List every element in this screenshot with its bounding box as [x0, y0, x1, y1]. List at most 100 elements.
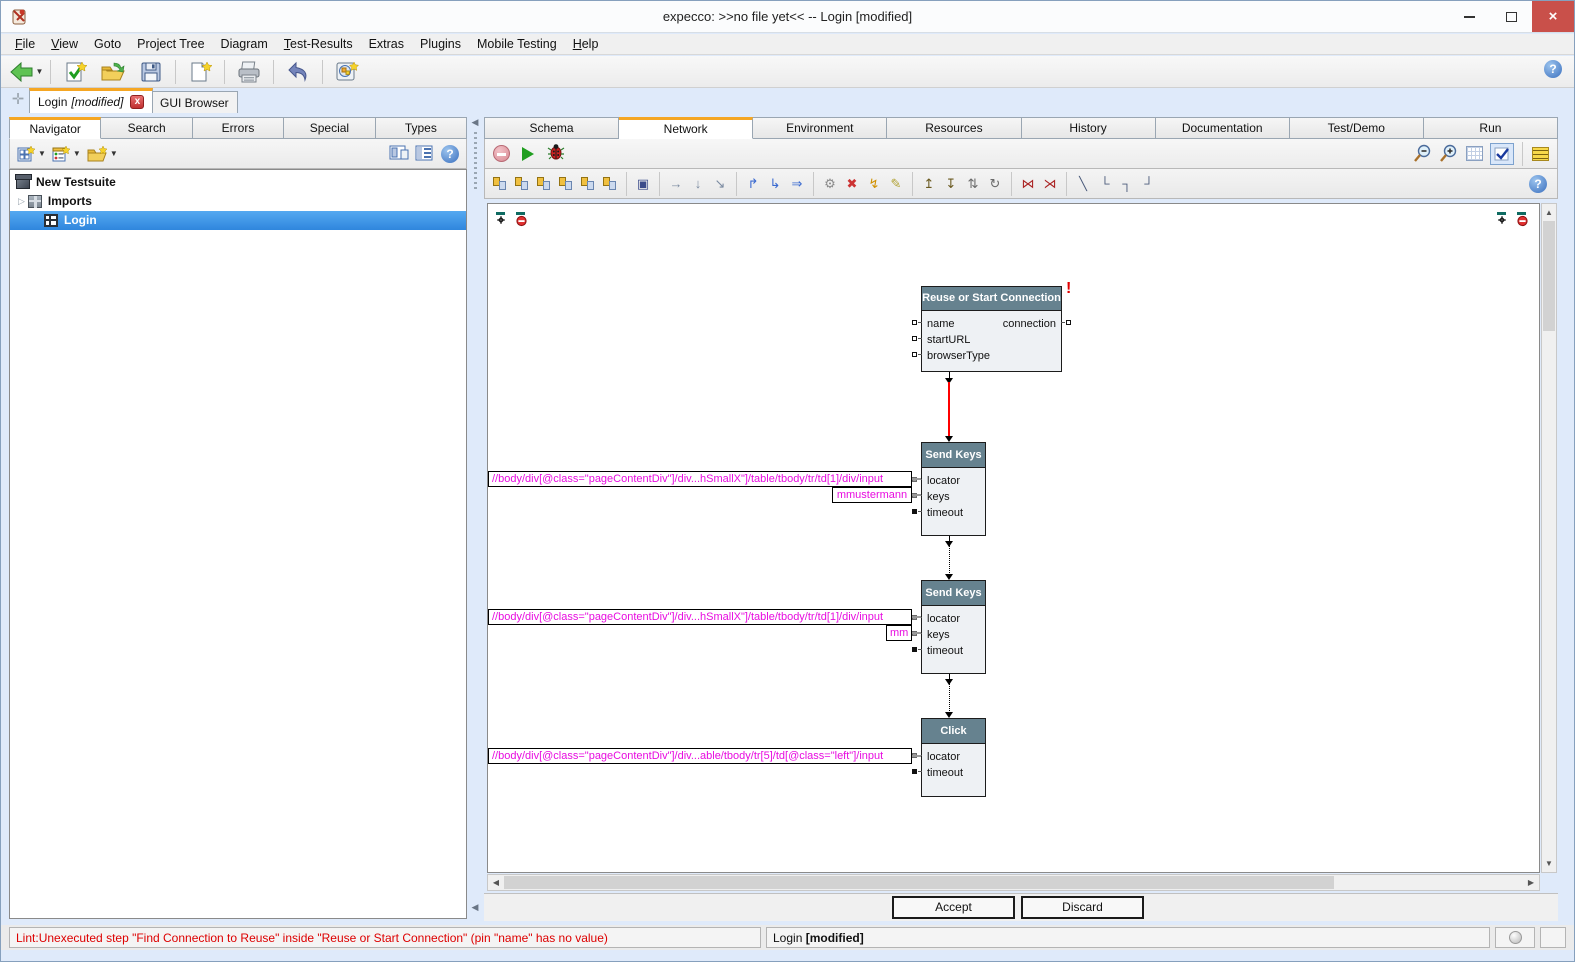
pin-sort-icon[interactable]: ⇅: [962, 174, 984, 194]
maximize-button[interactable]: [1490, 1, 1532, 32]
split-connection-icon[interactable]: ⋊: [1039, 174, 1061, 194]
menu-plugins[interactable]: Plugins: [412, 35, 469, 53]
undo-button[interactable]: [279, 58, 317, 86]
locator-value-label[interactable]: //body/div[@class="pageContentDiv"]/div.…: [488, 609, 912, 625]
tab-history[interactable]: History: [1022, 117, 1156, 139]
connection-line-dotted[interactable]: [949, 683, 950, 713]
run-icon[interactable]: [522, 147, 534, 161]
snap-to-grid-icon[interactable]: [1490, 143, 1514, 165]
scroll-right-icon[interactable]: ▶: [1524, 875, 1538, 890]
scroll-up-icon[interactable]: ▲: [1542, 205, 1556, 220]
navigate-back-button[interactable]: ▼: [7, 58, 45, 86]
scrollbar-thumb[interactable]: [1543, 221, 1555, 331]
tab-special[interactable]: Special: [284, 117, 375, 139]
toggle-tree-layout-button[interactable]: [415, 145, 435, 162]
tab-schema[interactable]: Schema: [484, 117, 619, 139]
move-anchor-icon[interactable]: [1496, 211, 1509, 227]
annotations-icon[interactable]: [1532, 147, 1549, 161]
connection-line-dotted[interactable]: [949, 545, 950, 575]
menu-file[interactable]: File: [7, 35, 43, 53]
insert-frame-icon[interactable]: ▣: [632, 174, 654, 194]
connection-line-red[interactable]: [948, 382, 950, 436]
menu-test-results[interactable]: Test-Results: [276, 35, 361, 53]
menu-project-tree[interactable]: Project Tree: [129, 35, 212, 53]
merge-connection-icon[interactable]: ⋈: [1017, 174, 1039, 194]
help-icon[interactable]: ?: [1529, 175, 1547, 193]
tree-item-imports[interactable]: ▷Imports: [10, 192, 466, 211]
debug-icon[interactable]: [547, 143, 565, 164]
tab-environment[interactable]: Environment: [753, 117, 887, 139]
locator-value-label[interactable]: //body/div[@class="pageContentDiv"]/div.…: [488, 471, 912, 487]
menu-help[interactable]: Help: [565, 35, 607, 53]
open-file-button[interactable]: [94, 58, 132, 86]
collapse-left-icon[interactable]: ◀: [467, 902, 483, 913]
menu-extras[interactable]: Extras: [361, 35, 412, 53]
grid-icon[interactable]: [1466, 146, 1483, 161]
panel-splitter[interactable]: ◀ ◀: [467, 117, 483, 919]
print-button[interactable]: [230, 58, 268, 86]
zoom-in-icon[interactable]: [1439, 144, 1459, 163]
expander-icon[interactable]: ▷: [18, 192, 25, 211]
step-block-reuse-or-start-connection[interactable]: Reuse or Start Connection nameconnection…: [921, 286, 1062, 372]
align-center-v-icon[interactable]: [599, 174, 621, 194]
delete-step-icon[interactable]: ✖: [841, 174, 863, 194]
pin-move-down-icon[interactable]: ↧: [940, 174, 962, 194]
new-output-pin-icon[interactable]: ↳: [764, 174, 786, 194]
scroll-left-icon[interactable]: ◀: [489, 875, 503, 890]
zoom-out-icon[interactable]: [1413, 144, 1433, 163]
toggle-breakpoint-icon[interactable]: ↯: [863, 174, 885, 194]
keys-value-label[interactable]: mmustermann: [832, 487, 912, 503]
input-pin[interactable]: [912, 647, 917, 652]
toggle-logging-icon[interactable]: ✎: [885, 174, 907, 194]
tab-login[interactable]: Login[modified] x: [29, 88, 153, 113]
step-block-send-keys-1[interactable]: Send Keys locator keys timeout: [921, 442, 986, 536]
align-left-icon[interactable]: [489, 174, 511, 194]
tab-documentation[interactable]: Documentation: [1156, 117, 1290, 139]
step-settings-icon[interactable]: ⚙: [819, 174, 841, 194]
close-tab-icon[interactable]: x: [130, 95, 144, 109]
tree-item-new-testsuite[interactable]: New Testsuite: [10, 173, 466, 192]
new-item-menu-button[interactable]: ▼: [52, 145, 81, 163]
tab-errors[interactable]: Errors: [193, 117, 284, 139]
add-tab-icon[interactable]: ✛: [11, 93, 25, 107]
dropdown-icon[interactable]: ▼: [38, 149, 46, 158]
tab-types[interactable]: Types: [376, 117, 467, 139]
align-top-icon[interactable]: [533, 174, 555, 194]
tree-item-login[interactable]: Login: [10, 211, 466, 230]
tab-navigator[interactable]: Navigator: [9, 117, 101, 139]
pin-move-up-icon[interactable]: ↥: [918, 174, 940, 194]
keys-value-label[interactable]: mm: [886, 625, 912, 641]
tab-run[interactable]: Run: [1424, 117, 1558, 139]
passthrough-pin-icon[interactable]: ⇒: [786, 174, 808, 194]
route-diagonal-icon[interactable]: ╲: [1072, 174, 1094, 194]
move-anchor-icon[interactable]: [495, 211, 508, 227]
pin-rotate-icon[interactable]: ↻: [984, 174, 1006, 194]
input-pin[interactable]: [912, 320, 917, 325]
add-step-after-icon[interactable]: ↓: [687, 174, 709, 194]
toggle-detail-pane-button[interactable]: [389, 145, 409, 162]
menu-view[interactable]: View: [43, 35, 86, 53]
help-button[interactable]: ?: [441, 145, 459, 163]
tab-resources[interactable]: Resources: [887, 117, 1021, 139]
align-right-icon[interactable]: [511, 174, 533, 194]
dropdown-icon[interactable]: ▼: [73, 149, 81, 158]
back-dropdown-icon[interactable]: ▼: [36, 67, 44, 76]
scrollbar-thumb[interactable]: [504, 876, 1334, 889]
input-pin[interactable]: [912, 509, 917, 514]
tab-gui-browser[interactable]: GUI Browser: [151, 91, 238, 113]
tab-network[interactable]: Network: [619, 117, 753, 139]
tab-test-demo[interactable]: Test/Demo: [1290, 117, 1424, 139]
discard-button[interactable]: Discard: [1021, 896, 1144, 919]
input-pin[interactable]: [912, 352, 917, 357]
new-folder-menu-button[interactable]: ▼: [87, 145, 118, 163]
help-button[interactable]: ?: [1544, 60, 1562, 78]
align-bottom-icon[interactable]: [555, 174, 577, 194]
add-step-before-icon[interactable]: →: [665, 174, 687, 194]
no-entry-icon[interactable]: [515, 211, 528, 227]
horizontal-scrollbar[interactable]: ◀ ▶: [487, 874, 1540, 891]
menu-mobile-testing[interactable]: Mobile Testing: [469, 35, 565, 53]
menu-diagram[interactable]: Diagram: [213, 35, 276, 53]
collapse-left-icon[interactable]: ◀: [467, 117, 483, 128]
add-step-branch-icon[interactable]: ↘: [709, 174, 731, 194]
input-pin[interactable]: [912, 769, 917, 774]
